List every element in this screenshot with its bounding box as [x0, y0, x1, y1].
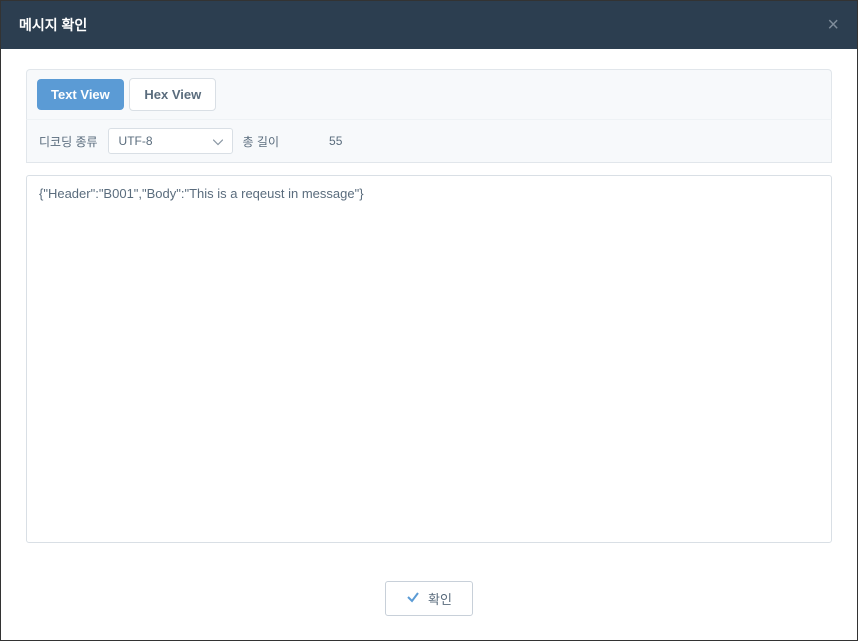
modal-title: 메시지 확인 [19, 15, 87, 35]
decode-type-label: 디코딩 종류 [39, 133, 98, 150]
total-length-value: 55 [329, 134, 342, 148]
modal-body: Text View Hex View 디코딩 종류 UTF-8 총 길이 55 [1, 49, 857, 563]
decode-type-select[interactable]: UTF-8 [108, 128, 233, 154]
tabs-bar: Text View Hex View [26, 69, 832, 119]
controls-bar: 디코딩 종류 UTF-8 총 길이 55 [26, 119, 832, 163]
total-length-label: 총 길이 [243, 133, 279, 150]
message-content-textarea[interactable] [26, 175, 832, 543]
close-icon[interactable]: × [827, 15, 839, 35]
tab-hex-view[interactable]: Hex View [129, 78, 216, 111]
check-icon [406, 590, 420, 607]
modal-header: 메시지 확인 × [1, 1, 857, 49]
ok-button[interactable]: 확인 [385, 581, 473, 616]
message-content-wrap [26, 175, 832, 543]
ok-button-label: 확인 [428, 589, 452, 608]
decode-type-select-wrap: UTF-8 [108, 128, 233, 154]
modal-footer: 확인 [1, 563, 857, 640]
message-confirm-modal: 메시지 확인 × Text View Hex View 디코딩 종류 UTF-8… [0, 0, 858, 641]
tab-text-view[interactable]: Text View [37, 79, 124, 110]
